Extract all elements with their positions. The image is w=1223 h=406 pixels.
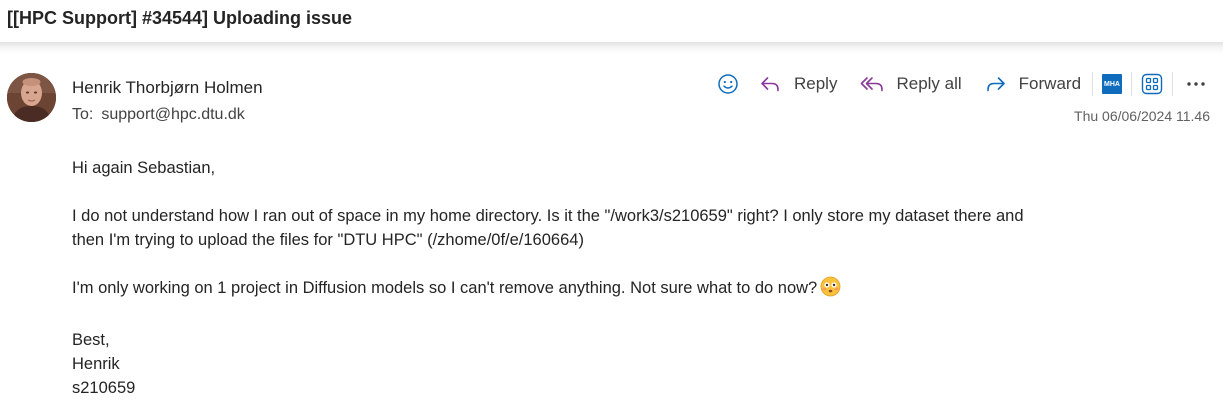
reply-all-label: Reply all [896,74,962,93]
forward-arrow-icon [986,77,1005,92]
reply-arrow-icon [761,77,779,92]
reply-label: Reply [794,74,838,93]
reply-all-arrow-icon [861,77,884,92]
body-paragraph-line: then I'm trying to upload the files for … [72,231,584,249]
signature-id: s210659 [72,379,136,397]
header-divider [0,42,1223,54]
sender-name[interactable]: Henrik Thorbjørn Holmen [72,78,263,98]
flushed-face-emoji [820,276,841,304]
mha-addin-icon: MHA [1102,74,1123,94]
email-subject: [[HPC Support] #34544] Uploading issue [7,8,353,28]
signoff-line: Best, [72,331,110,349]
body-paragraph: I'm only working on 1 project in Diffusi… [72,276,1202,304]
toolbar-separator [1172,72,1174,96]
sender-avatar[interactable] [7,73,56,122]
more-dots-icon [1187,82,1205,86]
greeting-line: Hi again Sebastian, [72,159,216,177]
apps-grid-icon [1141,73,1163,95]
sent-timestamp: Thu 06/06/2024 11.46 [1074,108,1210,124]
more-actions-button[interactable] [1185,70,1207,98]
recipient-line: To: support@hpc.dtu.dk [72,106,245,124]
body-paragraph-line: I do not understand how I ran out of spa… [72,207,1024,225]
mha-addin-button[interactable]: MHA [1102,70,1123,98]
toolbar-separator [1131,72,1133,96]
forward-label: Forward [1018,74,1082,93]
message-body: Hi again Sebastian, I do not understand … [72,156,1202,400]
recipient-address[interactable]: support@hpc.dtu.dk [101,106,244,123]
forward-button[interactable]: Forward [984,70,1081,98]
reply-button[interactable]: Reply [758,70,837,98]
mha-badge-text: MHA [1104,80,1120,88]
smile-icon [718,74,738,94]
to-label: To: [72,106,94,123]
subject-bar: [[HPC Support] #34544] Uploading issue [0,0,1223,42]
toolbar-separator [1092,72,1094,96]
react-button[interactable] [716,70,740,98]
body-paragraph-text: I'm only working on 1 project in Diffusi… [72,279,818,297]
message-actions-toolbar: Reply Reply all Forward MHA [716,70,1207,98]
apps-button[interactable] [1141,70,1163,98]
reply-all-button[interactable]: Reply all [859,70,962,98]
signature-name: Henrik [72,355,120,373]
